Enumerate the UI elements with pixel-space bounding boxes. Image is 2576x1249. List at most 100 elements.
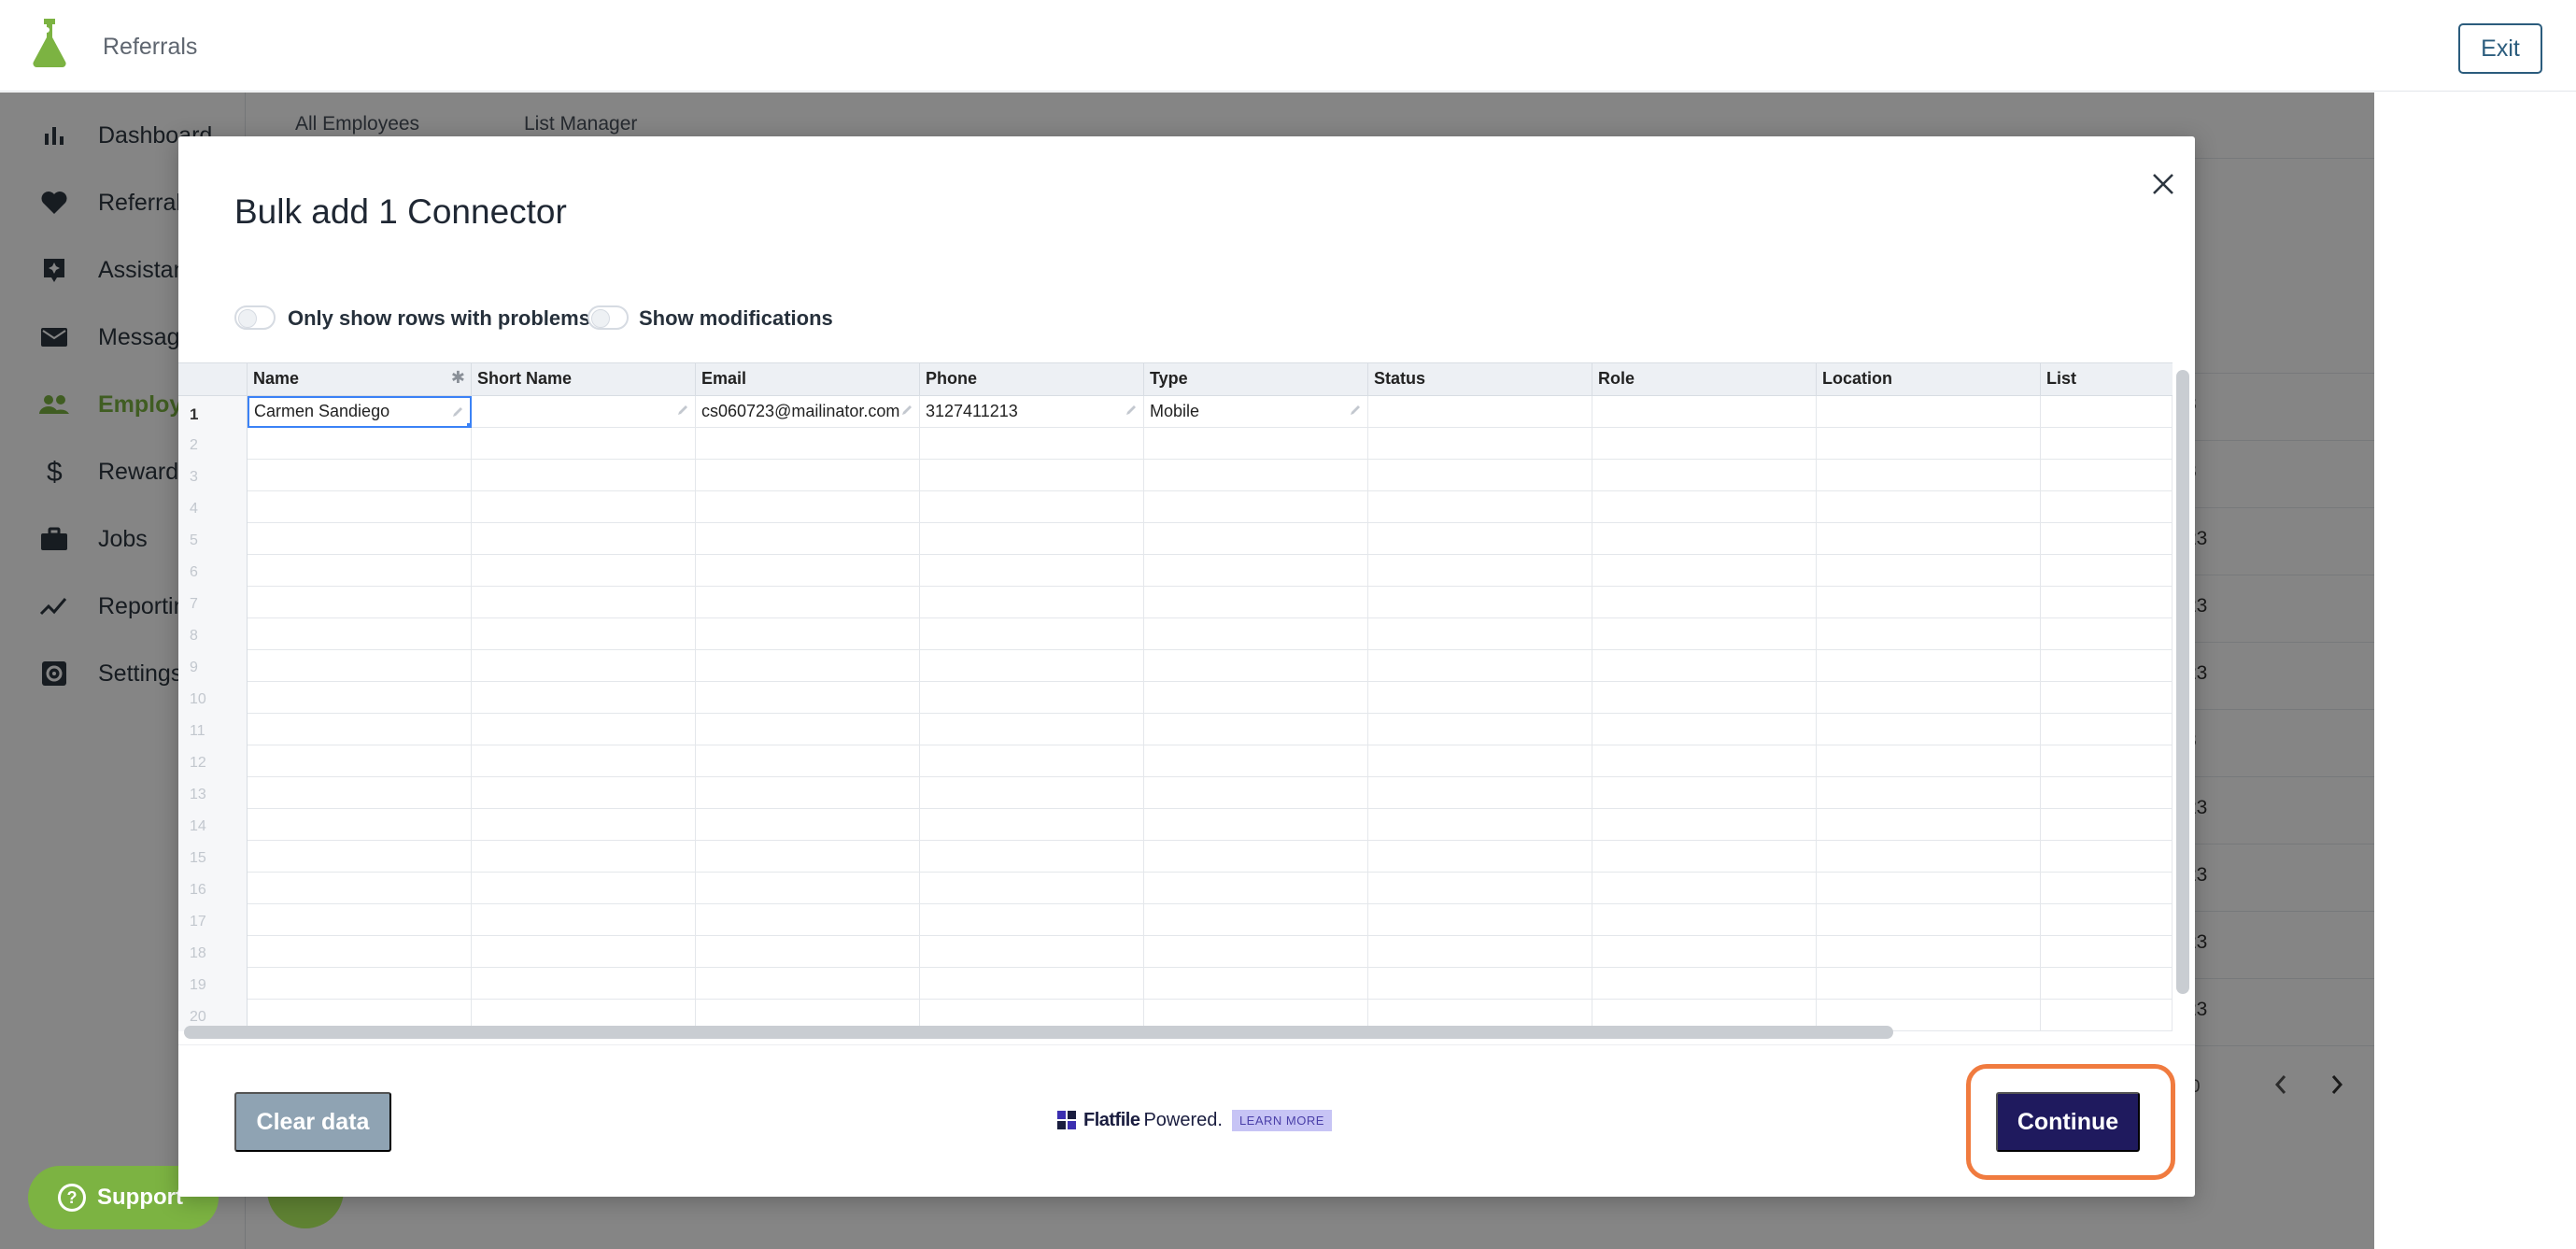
column-header-status[interactable]: Status (1368, 363, 1592, 397)
cell-email[interactable] (696, 968, 920, 1000)
cell-list[interactable] (2041, 491, 2173, 523)
cell-email[interactable] (696, 745, 920, 777)
continue-button[interactable]: Continue (1996, 1092, 2140, 1152)
cell-status[interactable] (1368, 682, 1592, 714)
cell-list[interactable] (2041, 428, 2173, 460)
cell-status[interactable] (1368, 936, 1592, 968)
cell-type[interactable] (1144, 587, 1368, 618)
column-header-name[interactable]: Name ✱ (248, 363, 472, 397)
cell-short-name[interactable] (472, 841, 696, 873)
cell-location[interactable] (1817, 460, 2041, 491)
cell-short-name[interactable] (472, 396, 696, 428)
cell-list[interactable] (2041, 841, 2173, 873)
cell-name[interactable] (248, 777, 472, 809)
cell-short-name[interactable] (472, 618, 696, 650)
cell-role[interactable] (1592, 523, 1817, 555)
cell-type[interactable] (1144, 904, 1368, 936)
cell-phone[interactable] (920, 460, 1144, 491)
column-header-list[interactable]: List (2041, 363, 2173, 397)
cell-location[interactable] (1817, 587, 2041, 618)
cell-phone[interactable] (920, 714, 1144, 745)
cell-short-name[interactable] (472, 587, 696, 618)
cell-list[interactable] (2041, 745, 2173, 777)
cell-role[interactable] (1592, 904, 1817, 936)
cell-location[interactable] (1817, 650, 2041, 682)
column-header-email[interactable]: Email (696, 363, 920, 397)
cell-status[interactable] (1368, 841, 1592, 873)
cell-location[interactable] (1817, 523, 2041, 555)
cell-phone[interactable] (920, 873, 1144, 904)
column-header-role[interactable]: Role (1592, 363, 1817, 397)
cell-type[interactable] (1144, 618, 1368, 650)
cell-list[interactable] (2041, 968, 2173, 1000)
column-header-short-name[interactable]: Short Name (472, 363, 696, 397)
cell-email[interactable] (696, 491, 920, 523)
cell-role[interactable] (1592, 841, 1817, 873)
cell-status[interactable] (1368, 618, 1592, 650)
cell-location[interactable] (1817, 968, 2041, 1000)
cell-role[interactable] (1592, 587, 1817, 618)
cell-role[interactable] (1592, 682, 1817, 714)
cell-name[interactable] (248, 618, 472, 650)
cell-type[interactable] (1144, 460, 1368, 491)
cell-email[interactable] (696, 460, 920, 491)
cell-email[interactable] (696, 714, 920, 745)
cell-short-name[interactable] (472, 714, 696, 745)
cell-list[interactable] (2041, 1000, 2173, 1031)
cell-short-name[interactable] (472, 460, 696, 491)
cell-short-name[interactable] (472, 523, 696, 555)
cell-short-name[interactable] (472, 682, 696, 714)
cell-email[interactable] (696, 650, 920, 682)
cell-status[interactable] (1368, 555, 1592, 587)
cell-location[interactable] (1817, 428, 2041, 460)
cell-phone[interactable] (920, 936, 1144, 968)
cell-list[interactable] (2041, 396, 2173, 428)
cell-phone[interactable] (920, 904, 1144, 936)
cell-status[interactable] (1368, 428, 1592, 460)
cell-type[interactable] (1144, 491, 1368, 523)
cell-name[interactable] (248, 873, 472, 904)
cell-type[interactable] (1144, 650, 1368, 682)
cell-name[interactable] (248, 460, 472, 491)
cell-location[interactable] (1817, 841, 2041, 873)
cell-email[interactable] (696, 809, 920, 841)
cell-location[interactable] (1817, 682, 2041, 714)
cell-phone[interactable] (920, 682, 1144, 714)
cell-role[interactable] (1592, 460, 1817, 491)
cell-short-name[interactable] (472, 968, 696, 1000)
cell-list[interactable] (2041, 714, 2173, 745)
cell-list[interactable] (2041, 809, 2173, 841)
cell-role[interactable] (1592, 809, 1817, 841)
cell-role[interactable] (1592, 618, 1817, 650)
cell-phone[interactable] (920, 809, 1144, 841)
cell-role[interactable] (1592, 428, 1817, 460)
cell-type[interactable] (1144, 968, 1368, 1000)
cell-name[interactable] (248, 682, 472, 714)
cell-location[interactable] (1817, 618, 2041, 650)
clear-data-button[interactable]: Clear data (234, 1092, 391, 1152)
cell-type[interactable] (1144, 745, 1368, 777)
cell-role[interactable] (1592, 555, 1817, 587)
cell-name[interactable]: Carmen Sandiego (248, 396, 472, 428)
cell-name[interactable] (248, 904, 472, 936)
cell-type[interactable] (1144, 523, 1368, 555)
cell-status[interactable] (1368, 904, 1592, 936)
cell-name[interactable] (248, 491, 472, 523)
cell-email[interactable] (696, 682, 920, 714)
cell-role[interactable] (1592, 968, 1817, 1000)
cell-location[interactable] (1817, 491, 2041, 523)
cell-list[interactable] (2041, 873, 2173, 904)
cell-status[interactable] (1368, 968, 1592, 1000)
cell-phone[interactable] (920, 523, 1144, 555)
cell-location[interactable] (1817, 873, 2041, 904)
cell-role[interactable] (1592, 650, 1817, 682)
column-header-phone[interactable]: Phone (920, 363, 1144, 397)
cell-short-name[interactable] (472, 777, 696, 809)
horizontal-scrollbar[interactable] (184, 1026, 1893, 1039)
cell-type[interactable] (1144, 777, 1368, 809)
cell-status[interactable] (1368, 745, 1592, 777)
cell-location[interactable] (1817, 777, 2041, 809)
cell-status[interactable] (1368, 523, 1592, 555)
cell-phone[interactable] (920, 968, 1144, 1000)
cell-short-name[interactable] (472, 809, 696, 841)
